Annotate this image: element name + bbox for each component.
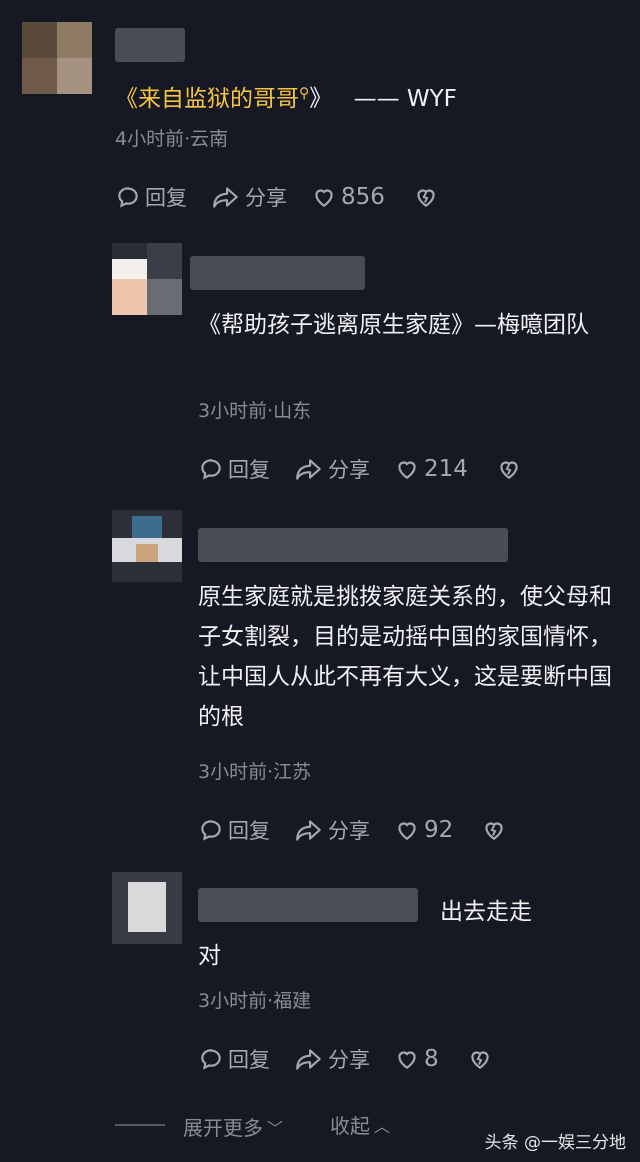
like-button[interactable]: 8 [394,1046,439,1072]
share-icon [213,187,238,208]
reply-to-text: 出去走走 [440,899,532,925]
video-link[interactable]: 《来自监狱的哥哥⚲ [115,85,310,112]
avatar[interactable] [112,872,182,944]
broken-heart-icon [470,1051,489,1069]
comment-actions: 回复 分享 856 [115,182,467,212]
like-count: 92 [424,817,454,843]
username[interactable] [198,888,418,922]
share-icon [296,820,321,841]
share-button[interactable]: 分享 [211,182,287,212]
comment-meta: 3小时前·福建 [198,990,312,1012]
comment-meta: 3小时前·山东 [198,400,312,422]
reply-button[interactable]: 回复 [115,182,187,212]
dislike-button[interactable] [467,1046,497,1072]
username[interactable] [115,28,185,62]
heart-icon [398,1051,416,1069]
collapse-button[interactable]: 收起 ︿ [330,1110,390,1139]
username[interactable] [190,256,365,290]
comment-text: 《来自监狱的哥哥⚲》 —— WYF [115,85,457,112]
heart-icon [398,461,416,479]
share-button[interactable]: 分享 [294,815,370,845]
comment-meta: 3小时前·江苏 [198,761,312,783]
like-button[interactable]: 214 [394,456,468,482]
reply-button[interactable]: 回复 [198,815,270,845]
comment-text: 对 [198,943,221,969]
dislike-button[interactable] [481,817,511,843]
broken-heart-icon [500,461,518,479]
chevron-down-icon: ﹀ [267,1118,284,1138]
like-count: 214 [424,456,468,482]
like-count: 8 [424,1046,439,1072]
reply-icon [201,820,221,841]
dislike-button[interactable] [413,184,443,210]
chevron-up-icon: ︿ [374,1116,391,1136]
avatar[interactable] [112,510,182,582]
share-icon [296,459,321,480]
comment-meta: 4小时前·云南 [115,128,229,150]
expand-more-button[interactable]: 展开更多 ﹀ [183,1112,283,1141]
dislike-button[interactable] [496,456,526,482]
share-button[interactable]: 分享 [294,454,370,484]
heart-icon [398,822,416,840]
reply-icon [201,1049,221,1070]
reply-icon [201,459,221,480]
avatar[interactable] [22,22,92,94]
comment-actions: 回复 分享 214 [198,454,550,484]
avatar[interactable] [112,243,182,315]
broken-heart-icon [417,189,435,207]
like-button[interactable]: 92 [394,817,453,843]
comment-text: 《帮助孩子逃离原生家庭》—梅噫团队 [198,312,589,338]
watermark: 头条 @一娱三分地 [484,1133,626,1153]
comment-actions: 回复 分享 92 [198,815,535,845]
search-icon: ⚲ [299,85,310,101]
like-count: 856 [341,184,385,210]
broken-heart-icon [485,822,503,840]
comment-text: 原生家庭就是挑拨家庭关系的，使父母和子女割裂，目的是动摇中国的家国情怀，让中国人… [198,584,612,730]
like-button[interactable]: 856 [311,184,385,210]
comment-actions: 回复 分享 8 [198,1044,521,1074]
reply-icon [118,187,138,208]
username[interactable] [198,528,508,562]
share-button[interactable]: 分享 [294,1044,370,1074]
reply-button[interactable]: 回复 [198,454,270,484]
share-icon [296,1049,321,1070]
divider-line [115,1124,165,1126]
heart-icon [315,189,333,207]
reply-button[interactable]: 回复 [198,1044,270,1074]
